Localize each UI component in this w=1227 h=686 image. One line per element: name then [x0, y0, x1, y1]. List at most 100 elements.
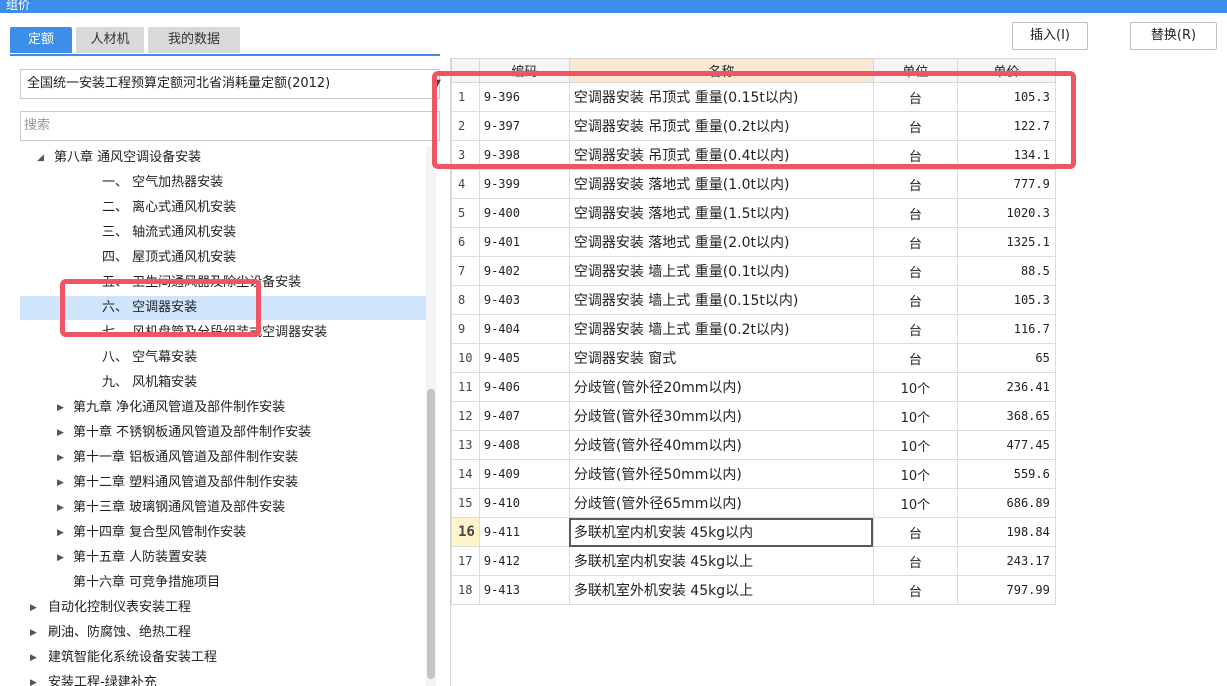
table-row[interactable]: 7 9-402 空调器安装 墙上式 重量(0.1t以内) 台 88.5 [451, 256, 1056, 286]
cell-price[interactable]: 88.5 [956, 256, 1056, 286]
tree-item[interactable]: 三、 轴流式通风机安装 [20, 221, 428, 245]
table-row[interactable]: 10 9-405 空调器安装 窗式台 65 [451, 343, 1056, 373]
cell-price[interactable]: 236.41 [956, 372, 1056, 402]
cell-price[interactable]: 65 [956, 343, 1056, 373]
cell-name[interactable]: 多联机室内机安装 45kg以上 [568, 546, 874, 576]
tree-item[interactable]: ▶ 第十三章 玻璃钢通风管道及部件安装 [20, 496, 428, 520]
table-row[interactable]: 18 9-413 多联机室外机安装 45kg以上台 797.99 [451, 575, 1056, 605]
cell-price[interactable]: 105.3 [956, 285, 1056, 315]
expand-arrow-icon[interactable]: ▶ [57, 471, 64, 495]
collapse-arrow-icon[interactable]: ◢ [37, 146, 44, 170]
table-row[interactable]: 4 9-399 空调器安装 落地式 重量(1.0t以内) 台 777.9 [451, 169, 1056, 199]
table-row[interactable]: 13 9-408 分歧管(管外径40mm以内) 10个 477.45 [451, 430, 1056, 460]
cell-name[interactable]: 分歧管(管外径40mm以内) [568, 430, 874, 460]
cell-name[interactable]: 空调器安装 窗式 [568, 343, 874, 373]
tree-item[interactable]: 一、 空气加热器安装 [20, 171, 428, 195]
cell-price[interactable]: 559.6 [956, 459, 1056, 489]
tree-scrollbar[interactable] [426, 146, 436, 686]
cell-price[interactable]: 777.9 [956, 169, 1056, 199]
tree-item[interactable]: 二、 离心式通风机安装 [20, 196, 428, 220]
tree-item[interactable]: 四、 屋顶式通风机安装 [20, 246, 428, 270]
cell-price[interactable]: 686.89 [956, 488, 1056, 518]
cell-price[interactable]: 368.65 [956, 401, 1056, 431]
cell-name[interactable]: 分歧管(管外径30mm以内) [568, 401, 874, 431]
cell-unit[interactable]: 台 [872, 227, 958, 257]
cell-code[interactable]: 9-411 [478, 517, 570, 547]
expand-arrow-icon[interactable]: ▶ [57, 421, 64, 445]
tree-item[interactable]: ◢ 第八章 通风空调设备安装 [20, 146, 428, 170]
expand-arrow-icon[interactable]: ▶ [30, 671, 37, 686]
cell-unit[interactable]: 10个 [872, 488, 958, 518]
table-row[interactable]: 6 9-401 空调器安装 落地式 重量(2.0t以内) 台 1325.1 [451, 227, 1056, 257]
cell-code[interactable]: 9-402 [478, 256, 570, 286]
cell-code[interactable]: 9-409 [478, 459, 570, 489]
tab-my-data[interactable]: 我的数据 [148, 27, 240, 53]
expand-arrow-icon[interactable]: ▶ [30, 621, 37, 645]
cell-unit[interactable]: 台 [872, 343, 958, 373]
search-input[interactable]: 搜索 [20, 111, 440, 141]
cell-price[interactable]: 477.45 [956, 430, 1056, 460]
tree-item[interactable]: 八、 空气幕安装 [20, 346, 428, 370]
cell-name[interactable]: 空调器安装 墙上式 重量(0.2t以内) [568, 314, 874, 344]
expand-arrow-icon[interactable]: ▶ [57, 546, 64, 570]
cell-price[interactable]: 198.84 [956, 517, 1056, 547]
tree-item[interactable]: 九、 风机箱安装 [20, 371, 428, 395]
expand-arrow-icon[interactable]: ▶ [57, 396, 64, 420]
cell-code[interactable]: 9-400 [478, 198, 570, 228]
expand-arrow-icon[interactable]: ▶ [57, 521, 64, 545]
cell-name[interactable]: 空调器安装 墙上式 重量(0.1t以内) [568, 256, 874, 286]
tree-item[interactable]: ▶ 第十五章 人防装置安装 [20, 546, 428, 570]
tree-item[interactable]: ▶ 第九章 净化通风管道及部件制作安装 [20, 396, 428, 420]
cell-unit[interactable]: 10个 [872, 401, 958, 431]
cell-name[interactable]: 分歧管(管外径20mm以内) [568, 372, 874, 402]
expand-arrow-icon[interactable]: ▶ [57, 496, 64, 520]
tree-item[interactable]: ▶ 建筑智能化系统设备安装工程 [20, 646, 428, 670]
tree-item[interactable]: ▶ 安装工程-绿建补充 [20, 671, 428, 686]
cell-unit[interactable]: 台 [872, 517, 958, 547]
cell-name[interactable]: 分歧管(管外径50mm以内) [568, 459, 874, 489]
expand-arrow-icon[interactable]: ▶ [30, 646, 37, 670]
cell-unit[interactable]: 10个 [872, 372, 958, 402]
table-row[interactable]: 11 9-406 分歧管(管外径20mm以内) 10个 236.41 [451, 372, 1056, 402]
cell-unit[interactable]: 台 [872, 285, 958, 315]
table-row[interactable]: 16 9-411 多联机室内机安装 45kg以内台 198.84 [451, 517, 1056, 547]
insert-button[interactable]: 插入(I) [1012, 22, 1088, 50]
table-row[interactable]: 14 9-409 分歧管(管外径50mm以内) 10个 559.6 [451, 459, 1056, 489]
cell-price[interactable]: 797.99 [956, 575, 1056, 605]
tab-quota[interactable]: 定额 [10, 27, 72, 53]
cell-unit[interactable]: 台 [872, 575, 958, 605]
tree-item[interactable]: ▶ 第十一章 铝板通风管道及部件制作安装 [20, 446, 428, 470]
table-row[interactable]: 9 9-404 空调器安装 墙上式 重量(0.2t以内) 台 116.7 [451, 314, 1056, 344]
cell-price[interactable]: 1325.1 [956, 227, 1056, 257]
cell-code[interactable]: 9-407 [478, 401, 570, 431]
cell-name[interactable]: 空调器安装 墙上式 重量(0.15t以内) [568, 285, 874, 315]
cell-code[interactable]: 9-403 [478, 285, 570, 315]
cell-price[interactable]: 243.17 [956, 546, 1056, 576]
cell-code[interactable]: 9-412 [478, 546, 570, 576]
cell-name[interactable]: 空调器安装 落地式 重量(1.0t以内) [568, 169, 874, 199]
table-row[interactable]: 8 9-403 空调器安装 墙上式 重量(0.15t以内) 台 105.3 [451, 285, 1056, 315]
cell-name[interactable]: 空调器安装 落地式 重量(2.0t以内) [568, 227, 874, 257]
tab-labor-material-machine[interactable]: 人材机 [76, 27, 144, 53]
expand-arrow-icon[interactable]: ▶ [57, 446, 64, 470]
tree-item[interactable]: ▶ 第十章 不锈钢板通风管道及部件制作安装 [20, 421, 428, 445]
cell-code[interactable]: 9-410 [478, 488, 570, 518]
cell-code[interactable]: 9-399 [478, 169, 570, 199]
cell-name[interactable]: 空调器安装 落地式 重量(1.5t以内) [568, 198, 874, 228]
tree-item[interactable]: ▶ 第十四章 复合型风管制作安装 [20, 521, 428, 545]
tree-item[interactable]: ▶ 第十二章 塑料通风管道及部件制作安装 [20, 471, 428, 495]
cell-unit[interactable]: 台 [872, 198, 958, 228]
cell-code[interactable]: 9-408 [478, 430, 570, 460]
cell-code[interactable]: 9-405 [478, 343, 570, 373]
expand-arrow-icon[interactable]: ▶ [30, 596, 37, 620]
cell-unit[interactable]: 台 [872, 314, 958, 344]
cell-name[interactable]: 分歧管(管外径65mm以内) [568, 488, 874, 518]
cell-price[interactable]: 1020.3 [956, 198, 1056, 228]
table-row[interactable]: 12 9-407 分歧管(管外径30mm以内) 10个 368.65 [451, 401, 1056, 431]
cell-unit[interactable]: 10个 [872, 430, 958, 460]
cell-unit[interactable]: 台 [872, 169, 958, 199]
cell-name[interactable]: 多联机室外机安装 45kg以上 [568, 575, 874, 605]
tree-item[interactable]: ▶ 刷油、防腐蚀、绝热工程 [20, 621, 428, 645]
table-row[interactable]: 17 9-412 多联机室内机安装 45kg以上台 243.17 [451, 546, 1056, 576]
tree-item[interactable]: ▶ 自动化控制仪表安装工程 [20, 596, 428, 620]
